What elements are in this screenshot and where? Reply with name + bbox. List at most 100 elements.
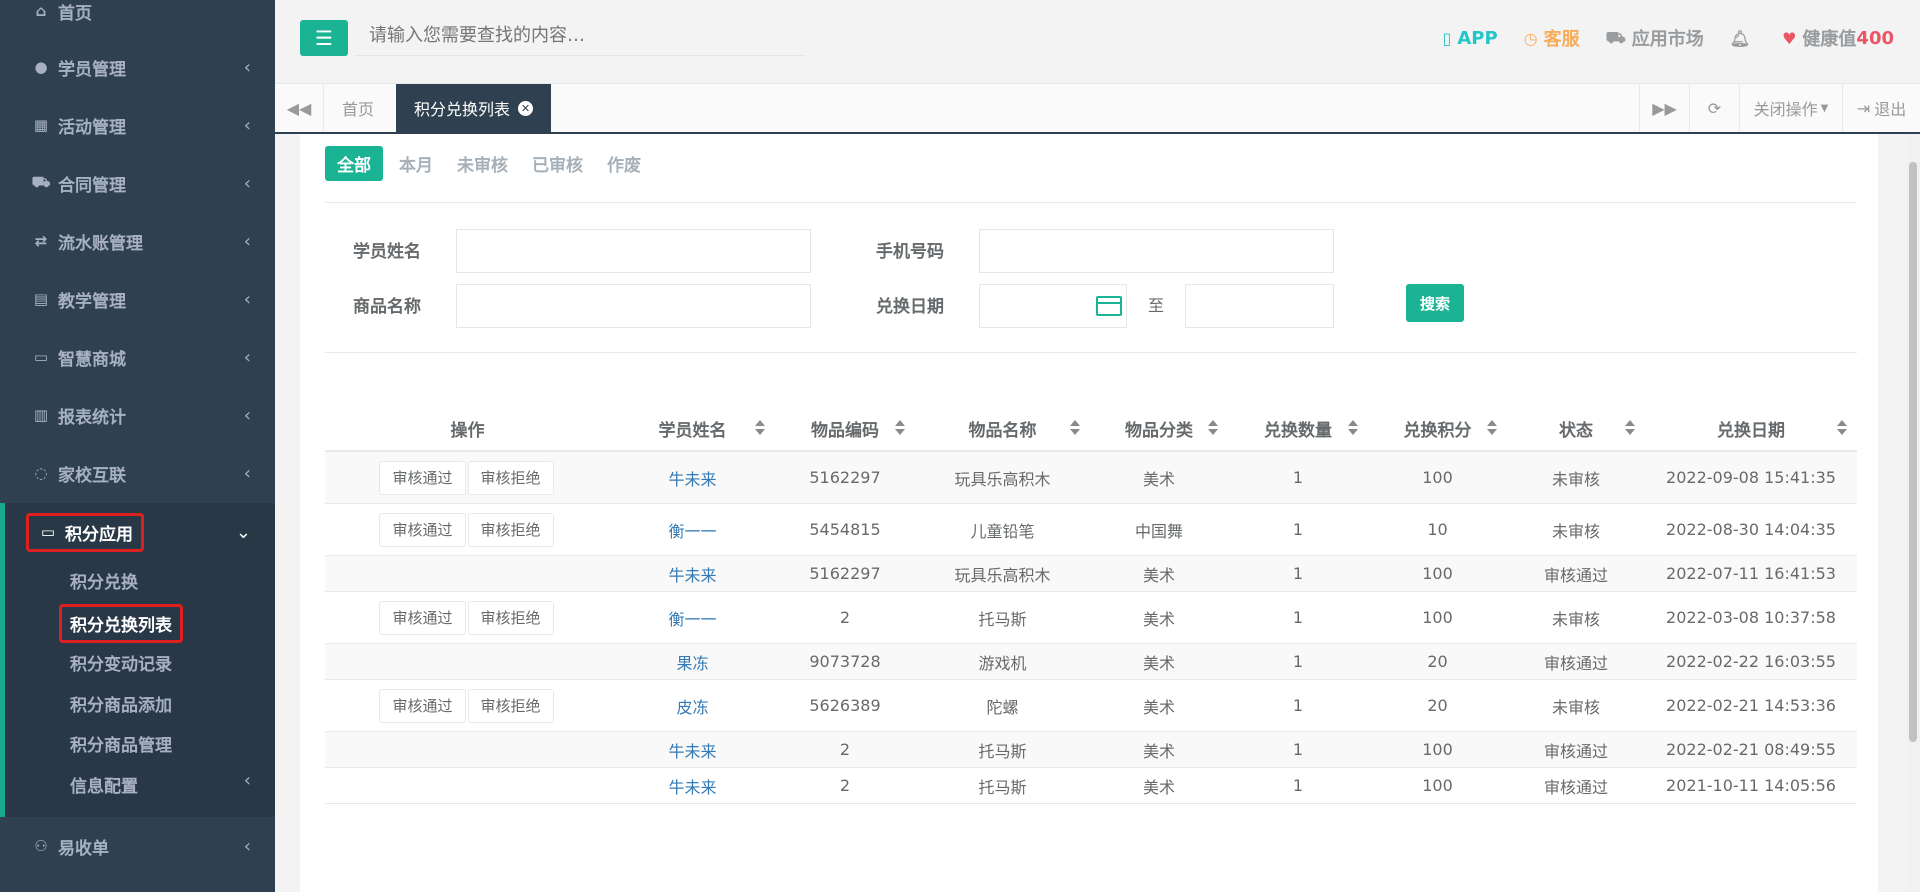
- date-end-input[interactable]: [1185, 284, 1334, 328]
- close-icon[interactable]: ✕: [518, 100, 534, 116]
- sidebar-item-home[interactable]: ⌂ 首页: [0, 0, 275, 40]
- sidebar-subitem-product-add[interactable]: 积分商品添加: [70, 691, 172, 716]
- date-start-input[interactable]: [979, 284, 1127, 328]
- app-market-link[interactable]: ⛟ 应用市场: [1606, 25, 1704, 51]
- sidebar-item-mall[interactable]: ▭ 智慧商城 ‹: [0, 328, 275, 386]
- sort-icon[interactable]: [1837, 420, 1847, 436]
- sidebar-subitem-info-config[interactable]: 信息配置: [70, 772, 260, 797]
- logout-button[interactable]: ⇥ 退出: [1842, 84, 1920, 132]
- points-cell: 100: [1422, 740, 1453, 759]
- sort-icon[interactable]: [1625, 420, 1635, 436]
- notifications-button[interactable]: 🔔︎: [1730, 29, 1756, 48]
- sidebar-subitem-points-exchange-list[interactable]: 积分兑换列表: [59, 604, 183, 643]
- chevron-left-icon: ‹: [243, 230, 251, 252]
- sort-icon[interactable]: [1487, 420, 1497, 436]
- approve-button[interactable]: 审核通过: [379, 460, 466, 495]
- refresh-button[interactable]: ⟳: [1689, 84, 1739, 132]
- header-date[interactable]: 兑换日期: [1645, 404, 1857, 452]
- filter-tab-unreviewed[interactable]: 未审核: [457, 151, 508, 176]
- sort-icon[interactable]: [1208, 420, 1218, 436]
- header-qty[interactable]: 兑换数量: [1228, 404, 1368, 452]
- filter-tab-this-month[interactable]: 本月: [399, 151, 433, 176]
- menu-toggle-button[interactable]: ☰: [300, 20, 348, 56]
- reject-button[interactable]: 审核拒绝: [467, 512, 554, 547]
- search-input[interactable]: [355, 16, 805, 56]
- chevron-left-icon: ‹: [243, 172, 251, 194]
- qty-cell: 1: [1292, 652, 1304, 671]
- student-name-cell[interactable]: 牛未来: [610, 452, 775, 503]
- student-name-cell[interactable]: 衡一一: [610, 504, 775, 555]
- tabs-scroll-left-button[interactable]: ◀◀: [275, 84, 324, 132]
- sidebar-item-label: 学员管理: [58, 59, 126, 80]
- sort-icon[interactable]: [1348, 420, 1358, 436]
- mobile-icon: ▯: [1442, 28, 1452, 48]
- sidebar-item-ledger[interactable]: ⇄ 流水账管理 ‹: [0, 212, 275, 270]
- student-name-cell[interactable]: 衡一一: [610, 592, 775, 643]
- sidebar-item-label: 家校互联: [58, 465, 126, 486]
- qty-cell: 1: [1292, 608, 1304, 627]
- sidebar-subitem-product-manage[interactable]: 积分商品管理: [70, 731, 172, 756]
- tabs-scroll-right-button[interactable]: ▶▶: [1639, 84, 1689, 132]
- sidebar-item-reports[interactable]: ▥ 报表统计 ‹: [0, 386, 275, 444]
- scrollbar-thumb[interactable]: [1909, 162, 1917, 742]
- service-link[interactable]: ◷ 客服: [1524, 25, 1580, 51]
- status-cell: 审核通过: [1543, 653, 1608, 673]
- filter-tab-all[interactable]: 全部: [325, 146, 383, 181]
- sidebar-item-teaching[interactable]: ▤ 教学管理 ‹: [0, 270, 275, 328]
- tab-home[interactable]: 首页: [324, 84, 392, 132]
- student-name-cell[interactable]: 果冻: [610, 644, 775, 679]
- health-link[interactable]: ♥ 健康值 400: [1782, 25, 1894, 51]
- header-status[interactable]: 状态: [1507, 404, 1645, 452]
- phone-input[interactable]: [979, 229, 1334, 273]
- search-button[interactable]: 搜索: [1406, 284, 1464, 322]
- points-cell: 100: [1422, 564, 1453, 583]
- scrollbar[interactable]: [1906, 134, 1920, 892]
- sidebar-item-students[interactable]: ● 学员管理 ‹: [0, 38, 275, 96]
- close-operations-label: 关闭操作: [1753, 100, 1818, 119]
- item-code-cell: 9073728: [809, 652, 881, 671]
- sort-icon[interactable]: [755, 420, 765, 436]
- student-name-cell[interactable]: 牛未来: [610, 732, 775, 767]
- reject-button[interactable]: 审核拒绝: [467, 600, 554, 635]
- student-name-cell[interactable]: 牛未来: [610, 556, 775, 591]
- sidebar-item-easy-pay[interactable]: ⚇ 易收单 ‹: [0, 817, 275, 875]
- calendar-icon[interactable]: [1096, 296, 1122, 316]
- app-link[interactable]: ▯ APP: [1443, 28, 1498, 49]
- app-label: APP: [1457, 27, 1498, 49]
- student-name-input[interactable]: [456, 229, 811, 273]
- student-name-cell[interactable]: 皮冻: [610, 680, 775, 731]
- header-points[interactable]: 兑换积分: [1368, 404, 1507, 452]
- filter-tab-reviewed[interactable]: 已审核: [532, 151, 583, 176]
- highlight-box: 积分兑换列表: [59, 604, 183, 643]
- approve-button[interactable]: 审核通过: [379, 512, 466, 547]
- student-name-cell[interactable]: 牛未来: [610, 768, 775, 803]
- sort-icon[interactable]: [895, 420, 905, 436]
- sidebar-subitem-points-exchange[interactable]: 积分兑换: [70, 568, 138, 593]
- approve-button[interactable]: 审核通过: [379, 600, 466, 635]
- header-student-name[interactable]: 学员姓名: [610, 404, 775, 452]
- sort-icon[interactable]: [1070, 420, 1080, 436]
- item-name-cell: 托马斯: [978, 777, 1027, 797]
- tab-points-exchange-list[interactable]: 积分兑换列表 ✕: [396, 84, 552, 132]
- table-body: 审核通过 审核拒绝 牛未来 5162297 玩具乐高积木 美术 1 100 未审核 2022-09…: [325, 452, 1857, 804]
- filter-tab-void[interactable]: 作废: [607, 151, 641, 176]
- reject-button[interactable]: 审核拒绝: [467, 688, 554, 723]
- actions-cell: [325, 732, 610, 767]
- header-item-name[interactable]: 物品名称: [915, 404, 1090, 452]
- sidebar-item-home-school[interactable]: ◌ 家校互联 ‹: [0, 444, 275, 502]
- reject-button[interactable]: 审核拒绝: [467, 460, 554, 495]
- date-cell: 2022-03-08 10:37:58: [1666, 608, 1836, 627]
- item-name-cell: 托马斯: [978, 741, 1027, 761]
- calendar-icon: ▤: [33, 290, 49, 308]
- header-item-category[interactable]: 物品分类: [1090, 404, 1228, 452]
- qty-cell: 1: [1292, 564, 1304, 583]
- sidebar-item-points[interactable]: ▭ 积分应用 ⌄: [0, 503, 275, 561]
- sidebar-item-activities[interactable]: ▦ 活动管理 ‹: [0, 96, 275, 154]
- product-name-input[interactable]: [456, 284, 811, 328]
- sidebar-subitem-points-log[interactable]: 积分变动记录: [70, 650, 172, 675]
- close-operations-dropdown[interactable]: 关闭操作 ▼: [1739, 84, 1842, 132]
- header-label: 学员姓名: [658, 420, 727, 441]
- header-item-code[interactable]: 物品编码: [775, 404, 915, 452]
- sidebar-item-contracts[interactable]: ⛟ 合同管理 ‹: [0, 154, 275, 212]
- approve-button[interactable]: 审核通过: [379, 688, 466, 723]
